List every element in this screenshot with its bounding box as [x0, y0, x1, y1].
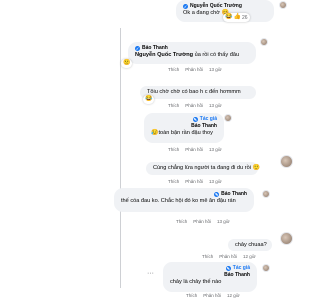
timestamp[interactable]: 12 giờ — [243, 254, 256, 259]
like-reaction-icon: 👍 — [233, 14, 241, 20]
comment-actions: Thích Phản hồi 13 giờ — [168, 147, 222, 152]
comment-author[interactable]: ✎ Tác giả — [151, 116, 217, 123]
reply-button[interactable]: Phản hồi — [185, 103, 203, 108]
author-tag: Tác giả — [232, 265, 250, 271]
smile-emoji-icon: 🙂 — [252, 165, 260, 171]
haha-reaction-icon: 😂 — [225, 14, 233, 20]
like-button[interactable]: Thích — [168, 179, 179, 184]
comment-bubble: ✓ Bảo Thanh Nguyễn Quốc Trường ủa rồi có… — [128, 42, 256, 64]
comment-author[interactable]: Bảo Thanh — [151, 123, 217, 130]
comment-bubble: Tôiu chờ chờ có bao h c đến hơmmm — [140, 86, 256, 99]
comment-text: chảy là chảy thế nào — [170, 279, 250, 287]
avatar[interactable] — [260, 38, 268, 46]
comment-text-value: ủa rồi có thấy đâu — [193, 52, 240, 58]
verified-badge-icon: ✓ — [135, 46, 140, 51]
timestamp[interactable]: 13 giờ — [209, 67, 222, 72]
comment-bubble: ✎ Tác giả Bảo Thanh 😥toàn bận rần đậu th… — [144, 113, 224, 143]
comment-text: thế cóa đau ko. Chắc hội đó ko mê ăn đậu… — [121, 198, 247, 206]
comment-author[interactable]: ✎ Bảo Thanh — [121, 191, 247, 198]
avatar[interactable] — [280, 232, 293, 245]
author-name[interactable]: Bảo Thanh — [142, 45, 168, 52]
author-tag: Tác giả — [199, 116, 217, 122]
timestamp[interactable]: 13 giờ — [209, 103, 222, 108]
comment-actions: Thích Phản hồi 13 giờ — [168, 103, 222, 108]
comment-author[interactable]: Bảo Thanh — [170, 272, 250, 279]
comment-actions: Thích Phản hồi 12 giờ — [202, 254, 256, 259]
reply-button[interactable]: Phản hồi — [193, 219, 211, 224]
timestamp[interactable]: 13 giờ — [209, 147, 222, 152]
haha-reaction-icon: 😂 — [145, 96, 153, 102]
author-badge-icon: ✎ — [192, 117, 198, 122]
comment-text-value: chảy chuaa? — [235, 242, 267, 248]
like-button[interactable]: Thích — [168, 67, 179, 72]
avatar[interactable] — [262, 264, 270, 272]
reply-button[interactable]: Phản hồi — [185, 67, 203, 72]
comment-text-value: thế cóa đau ko. Chắc hội đó ko mê ăn đậu… — [121, 198, 236, 204]
sad-reaction-icon: 🙁 — [123, 60, 131, 66]
comment-bubble: ✎ Tác giả Bảo Thanh chảy là chảy thế nào — [163, 262, 257, 292]
comment-actions: Thích Phản hồi 12 giờ — [186, 293, 240, 298]
comment-actions: Thích Phản hồi 13 giờ — [176, 219, 230, 224]
comment-text-value: toàn bận rần đậu thoy — [158, 130, 213, 136]
comment-text: Tôiu chờ chờ có bao h c đến hơmmm — [147, 89, 249, 97]
author-badge-icon: ✎ — [225, 266, 231, 271]
author-name[interactable]: Bảo Thanh — [224, 272, 250, 279]
comment-author[interactable]: ✓ Bảo Thanh — [135, 45, 249, 52]
thread-line — [120, 28, 121, 288]
comment-text: Cùng chẳng lừa người ta đang đi du rồi 🙂 — [153, 165, 260, 173]
reply-button[interactable]: Phản hồi — [185, 179, 203, 184]
avatar[interactable] — [262, 190, 270, 198]
author-badge-icon: ✎ — [214, 192, 220, 197]
reply-button[interactable]: Phản hồi — [203, 293, 221, 298]
reaction-count[interactable]: 😂 — [143, 95, 155, 104]
comment-text-value: Ok a đang chờ — [183, 10, 220, 16]
more-options-icon[interactable]: ··· — [147, 270, 154, 277]
like-button[interactable]: Thích — [186, 293, 197, 298]
comment-text: 😥toàn bận rần đậu thoy — [151, 130, 217, 138]
author-name[interactable]: Bảo Thanh — [191, 123, 217, 130]
timestamp[interactable]: 12 giờ — [227, 293, 240, 298]
mention-link[interactable]: Nguyễn Quốc Trường — [135, 52, 193, 58]
author-name[interactable]: Bảo Thanh — [221, 191, 247, 198]
author-name[interactable]: Nguyễn Quốc Trường — [190, 3, 242, 10]
comment-bubble: Cùng chẳng lừa người ta đang đi du rồi 🙂 — [146, 162, 260, 175]
comment-author[interactable]: ✓ Nguyễn Quốc Trường — [183, 3, 267, 10]
like-button[interactable]: Thích — [176, 219, 187, 224]
reply-button[interactable]: Phản hồi — [219, 254, 237, 259]
comment-bubble: ✎ Bảo Thanh thế cóa đau ko. Chắc hội đó … — [114, 188, 254, 212]
comment-text: chảy chuaa? — [235, 242, 267, 250]
reaction-count[interactable]: 😂 👍 26 — [223, 13, 250, 22]
comment-bubble: chảy chuaa? — [228, 239, 272, 251]
avatar[interactable] — [224, 114, 232, 122]
like-button[interactable]: Thích — [168, 147, 179, 152]
timestamp[interactable]: 13 giờ — [217, 219, 230, 224]
reply-button[interactable]: Phản hồi — [185, 147, 203, 152]
reaction-number: 26 — [241, 14, 248, 21]
verified-badge-icon: ✓ — [183, 4, 188, 9]
comment-actions: Thích Phản hồi 13 giờ — [168, 67, 222, 72]
like-button[interactable]: Thích — [202, 254, 213, 259]
avatar[interactable] — [279, 1, 287, 9]
comment-text-value: chảy là chảy thế nào — [170, 279, 222, 285]
avatar[interactable] — [280, 155, 293, 168]
comment-actions: Thích Phản hồi 13 giờ — [168, 179, 222, 184]
timestamp[interactable]: 13 giờ — [209, 179, 222, 184]
comment-author[interactable]: ✎ Tác giả — [170, 265, 250, 272]
comment-text-value: Tôiu chờ chờ có bao h c đến hơmmm — [147, 89, 241, 95]
reaction-count[interactable]: 🙁 — [121, 59, 133, 68]
like-button[interactable]: Thích — [168, 103, 179, 108]
comment-text-value: Cùng chẳng lừa người ta đang đi du rồi — [153, 165, 251, 171]
comment-text: Nguyễn Quốc Trường ủa rồi có thấy đâu — [135, 52, 249, 60]
